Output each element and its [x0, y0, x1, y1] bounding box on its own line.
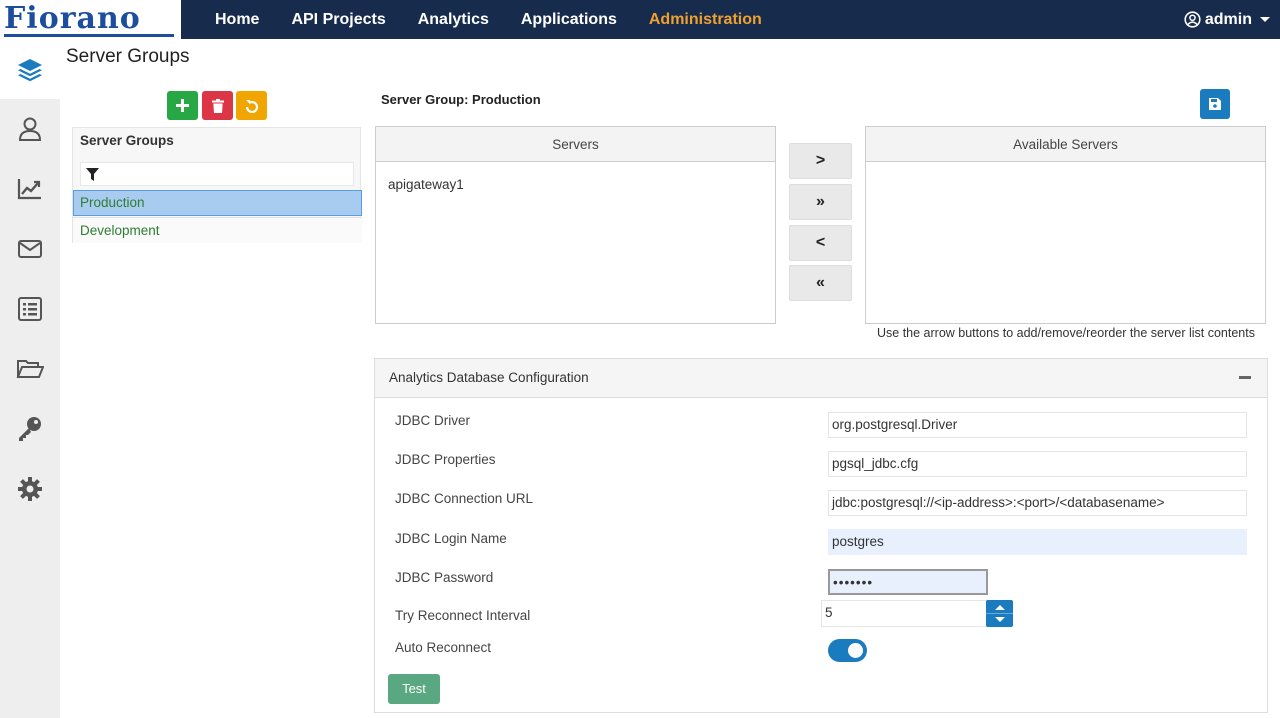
nav-analytics[interactable]: Analytics	[402, 0, 505, 39]
increment-icon[interactable]	[995, 605, 1005, 610]
save-icon	[1209, 98, 1221, 110]
jdbc-properties-input[interactable]: pgsql_jdbc.cfg	[828, 451, 1247, 477]
reconnect-interval-label: Try Reconnect Interval	[395, 608, 531, 623]
test-button[interactable]: Test	[388, 674, 440, 704]
key-icon	[19, 417, 41, 441]
server-groups-panel: Server Groups Production Development	[72, 127, 362, 243]
jdbc-login-label: JDBC Login Name	[395, 531, 507, 546]
sidebar-messages[interactable]	[0, 219, 60, 279]
decrement-icon[interactable]	[995, 617, 1005, 622]
db-config-title: Analytics Database Configuration	[389, 370, 589, 385]
layers-icon	[18, 59, 42, 82]
available-servers-list: Available Servers	[865, 126, 1266, 324]
move-all-right-button[interactable]: »	[789, 184, 852, 220]
sidebar-files[interactable]	[0, 339, 60, 399]
user-circle-icon	[1184, 11, 1201, 28]
logo-text: Fiorano	[4, 1, 141, 36]
jdbc-driver-label: JDBC Driver	[395, 413, 471, 428]
refresh-button[interactable]	[236, 91, 267, 120]
sidebar-settings[interactable]	[0, 459, 60, 519]
chevron-down-icon	[1260, 17, 1270, 22]
jdbc-url-label: JDBC Connection URL	[395, 491, 534, 506]
chart-icon	[17, 179, 41, 200]
nav-api-projects[interactable]: API Projects	[275, 0, 401, 39]
auto-reconnect-toggle[interactable]	[828, 639, 867, 662]
reconnect-interval-stepper[interactable]	[986, 600, 1013, 627]
mail-icon	[18, 240, 42, 258]
sidebar-keys[interactable]	[0, 399, 60, 459]
reconnect-interval-input[interactable]: 5	[821, 600, 987, 627]
db-config-header[interactable]: Analytics Database Configuration	[375, 359, 1267, 398]
nav-administration[interactable]: Administration	[633, 0, 778, 39]
nav-home[interactable]: Home	[199, 0, 275, 39]
jdbc-driver-input[interactable]: org.postgresql.Driver	[828, 412, 1247, 438]
move-left-button[interactable]: <	[789, 225, 852, 261]
servers-header: Servers	[376, 127, 775, 162]
server-item[interactable]: apigateway1	[376, 162, 775, 192]
move-right-button[interactable]: >	[789, 143, 852, 179]
main-nav: Home API Projects Analytics Applications…	[199, 0, 778, 39]
collapse-icon[interactable]	[1239, 376, 1251, 379]
move-all-left-button[interactable]: «	[789, 265, 852, 301]
gear-icon	[18, 477, 42, 501]
filter-icon	[86, 168, 99, 181]
arrows-hint: Use the arrow buttons to add/remove/reor…	[877, 326, 1255, 340]
nav-applications[interactable]: Applications	[505, 0, 633, 39]
folder-open-icon	[16, 360, 44, 378]
group-item-development[interactable]: Development	[73, 217, 362, 243]
add-group-button[interactable]	[167, 91, 198, 120]
jdbc-properties-label: JDBC Properties	[395, 452, 496, 467]
fiorano-logo[interactable]: Fiorano	[0, 0, 181, 39]
servers-list: Servers apigateway1	[375, 126, 776, 324]
jdbc-password-input[interactable]: •••••••	[828, 569, 988, 595]
refresh-icon	[245, 99, 258, 113]
auto-reconnect-label: Auto Reconnect	[395, 640, 492, 655]
sidebar-server-groups[interactable]	[0, 39, 60, 99]
server-group-label: Server Group: Production	[381, 92, 541, 107]
user-icon	[18, 117, 42, 141]
available-servers-header: Available Servers	[866, 127, 1265, 162]
left-sidebar	[0, 39, 60, 718]
list-icon	[18, 297, 42, 321]
logo-underline	[4, 34, 174, 37]
sidebar-list[interactable]	[0, 279, 60, 339]
plus-icon	[176, 99, 189, 112]
page-title: Server Groups	[66, 46, 190, 67]
sidebar-analytics[interactable]	[0, 159, 60, 219]
save-button[interactable]	[1200, 89, 1230, 119]
filter-input[interactable]	[80, 162, 354, 186]
toggle-knob	[848, 643, 863, 658]
top-navbar: Fiorano Home API Projects Analytics Appl…	[0, 0, 1280, 39]
sidebar-users[interactable]	[0, 99, 60, 159]
user-menu[interactable]: admin	[1184, 0, 1270, 39]
stepper-divider	[986, 613, 1013, 614]
server-groups-heading: Server Groups	[80, 133, 174, 148]
jdbc-url-input[interactable]: jdbc:postgresql://<ip-address>:<port>/<d…	[828, 490, 1247, 516]
user-name: admin	[1204, 10, 1252, 28]
jdbc-login-input[interactable]: postgres	[828, 529, 1247, 555]
trash-icon	[211, 98, 224, 113]
delete-group-button[interactable]	[202, 91, 233, 120]
group-item-production[interactable]: Production	[73, 190, 362, 216]
jdbc-password-label: JDBC Password	[395, 570, 494, 585]
